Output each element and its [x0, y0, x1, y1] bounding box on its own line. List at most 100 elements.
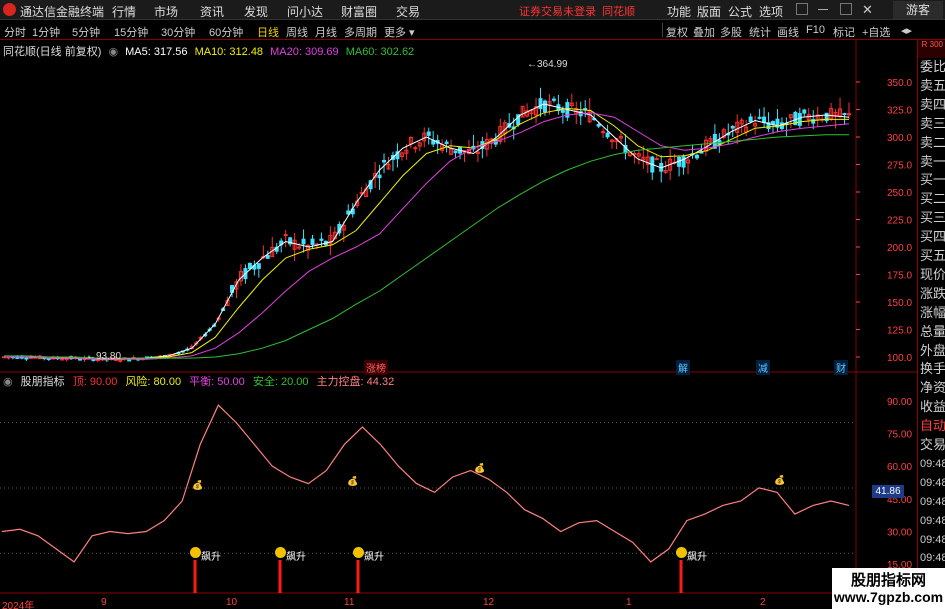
side-panel-item[interactable]: 换手 — [920, 360, 945, 378]
event-tag-finance[interactable]: 财 — [834, 360, 848, 375]
menu-function[interactable]: 功能 — [667, 3, 691, 20]
candlesticks — [2, 87, 851, 363]
menu-item-wealth[interactable]: 财富圈 — [341, 3, 377, 20]
price-tick-label: 125.0 — [887, 326, 912, 337]
period-daily[interactable]: 日线 — [257, 24, 279, 40]
tool-draw[interactable]: 画线 — [777, 24, 799, 40]
side-panel-item[interactable]: 买三 — [920, 209, 945, 227]
ma-line-ma60 — [4, 134, 849, 359]
candle-body — [605, 132, 610, 138]
signal-bar — [356, 560, 360, 593]
quote-side-panel: R 300 委比 卖五 卖四 卖三 卖二 卖一 买一 买二 买三 买四 买五 现价 涨跌 涨幅 总量 外盘 换手… — [917, 40, 945, 609]
period-tick[interactable]: 分时 — [4, 24, 26, 40]
event-tag-reduce[interactable]: 减 — [756, 360, 770, 375]
settings-icon[interactable]: ◉ — [3, 376, 13, 388]
x-axis-label: 2024年 — [2, 601, 35, 609]
menu-item-news[interactable]: 资讯 — [200, 3, 224, 20]
side-panel-item[interactable]: 卖二 — [920, 134, 945, 152]
tool-multi-stock[interactable]: 多股 — [720, 24, 742, 40]
indicator-tick-label: 30.00 — [887, 527, 912, 538]
period-monthly[interactable]: 月线 — [315, 24, 337, 40]
toolbar-divider — [662, 23, 663, 37]
candle-body — [444, 141, 449, 144]
price-tick-label: 300.0 — [887, 133, 912, 144]
side-panel-item[interactable]: 卖一 — [920, 153, 945, 171]
side-panel-item[interactable]: 09:48 — [920, 512, 945, 530]
period-15min[interactable]: 15分钟 — [114, 24, 148, 40]
side-panel-item[interactable]: 买一 — [920, 171, 945, 189]
side-panel-item[interactable]: 涨跌 — [920, 285, 945, 303]
price-tick-label: 225.0 — [887, 216, 912, 227]
minimize-icon[interactable] — [818, 9, 828, 10]
indicator-tick-label: 90.00 — [887, 397, 912, 408]
toolbar-arrows-icon[interactable]: ◂▸ — [901, 24, 912, 37]
indicator-tick-label: 75.00 — [887, 430, 912, 441]
tool-overlay[interactable]: 叠加 — [693, 24, 715, 40]
side-panel-item[interactable]: 09:48 — [920, 549, 945, 567]
side-panel-item[interactable]: 现价 — [920, 266, 945, 284]
period-multi[interactable]: 多周期 — [344, 24, 377, 40]
candle-body — [770, 121, 775, 125]
indicator-line — [1, 404, 850, 563]
indicator-current-value: 41.86 — [872, 485, 904, 498]
menu-item-ask[interactable]: 问小达 — [287, 3, 323, 20]
indicator-safe: 安全: 20.00 — [252, 376, 309, 388]
period-60min[interactable]: 60分钟 — [209, 24, 243, 40]
side-panel-item[interactable]: 买二 — [920, 190, 945, 208]
price-tick-label: 200.0 — [887, 243, 912, 254]
tool-adjust[interactable]: 复权 — [666, 24, 688, 40]
indicator-tick-label: 60.00 — [887, 462, 912, 473]
side-panel-item[interactable]: 卖五 — [920, 77, 945, 95]
side-panel-item[interactable]: 涨幅 — [920, 304, 945, 322]
candle-body — [542, 100, 547, 113]
candle-body — [283, 234, 288, 237]
candle-body — [301, 238, 306, 245]
period-more[interactable]: 更多 ▾ — [384, 24, 415, 40]
menu-layout[interactable]: 版面 — [697, 3, 721, 20]
restore-icon[interactable] — [796, 3, 808, 15]
close-icon[interactable]: ✕ — [862, 2, 873, 18]
maximize-icon[interactable] — [840, 3, 852, 15]
side-panel-item[interactable]: 09:48 — [920, 531, 945, 549]
watermark-title: 股朋指标网 — [850, 572, 926, 589]
kline-chart[interactable]: 350.0325.0300.0275.0250.0225.0200.0175.0… — [0, 40, 917, 609]
menu-item-trade[interactable]: 交易 — [396, 3, 420, 20]
candle-body — [377, 174, 382, 179]
guest-button[interactable]: 游客 — [893, 1, 943, 19]
side-panel-item[interactable]: 卖四 — [920, 96, 945, 114]
indicator-balance: 平衡: 50.00 — [189, 376, 245, 388]
side-panel-item[interactable]: 收益 — [920, 398, 945, 416]
side-panel-item[interactable]: 净资 — [920, 379, 945, 397]
side-panel-item[interactable]: 买四 — [920, 228, 945, 246]
side-panel-item[interactable]: 买五 — [920, 247, 945, 265]
side-panel-item[interactable]: 自动 — [920, 417, 945, 435]
tool-mark[interactable]: 标记 — [833, 24, 855, 40]
side-panel-item[interactable]: 卖三 — [920, 115, 945, 133]
menu-item-market[interactable]: 市场 — [154, 3, 178, 20]
side-panel-item[interactable]: 总量 — [920, 323, 945, 341]
candle-body — [538, 98, 543, 110]
menu-item-discover[interactable]: 发现 — [244, 3, 268, 20]
side-panel-item[interactable]: 外盘 — [920, 342, 945, 360]
indicator-name[interactable]: 股朋指标 — [21, 376, 65, 388]
menu-item-quotes[interactable]: 行情 — [112, 3, 136, 20]
period-weekly[interactable]: 周线 — [286, 24, 308, 40]
menu-formula[interactable]: 公式 — [728, 3, 752, 20]
period-30min[interactable]: 30分钟 — [161, 24, 195, 40]
period-5min[interactable]: 5分钟 — [72, 24, 100, 40]
side-panel-item[interactable]: 委比 — [920, 58, 945, 76]
watermark-url: www.7gpzb.com — [833, 589, 944, 605]
period-1min[interactable]: 1分钟 — [32, 24, 60, 40]
event-tag-unlock[interactable]: 解 — [676, 360, 690, 375]
tool-f10[interactable]: F10 — [806, 24, 825, 36]
login-notice[interactable]: 证券交易未登录 同花顺 — [519, 3, 635, 19]
menu-options[interactable]: 选项 — [759, 3, 783, 20]
side-panel-item[interactable]: 09:48 — [920, 493, 945, 511]
tool-add-watchlist[interactable]: +自选 — [862, 24, 890, 40]
indicator-lines — [1, 404, 850, 593]
side-panel-item[interactable]: 09:48 — [920, 474, 945, 492]
candle-body — [265, 255, 270, 259]
side-panel-item[interactable]: 交易 — [920, 436, 945, 454]
side-panel-item[interactable]: 09:48 — [920, 455, 945, 473]
tool-stats[interactable]: 统计 — [749, 24, 771, 40]
